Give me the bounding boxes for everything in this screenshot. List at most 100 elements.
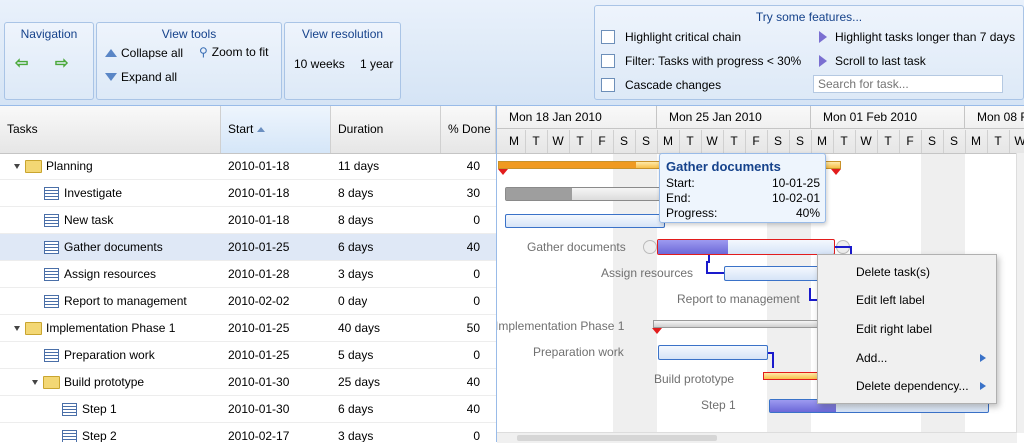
zoom-to-fit-button[interactable]: ⚲ Zoom to fit: [199, 45, 268, 59]
filter-progress-label: Filter: Tasks with progress < 30%: [625, 54, 802, 68]
table-row[interactable]: Assign resources 2010-01-28 3 days 0: [0, 261, 496, 288]
table-row[interactable]: New task 2010-01-18 8 days 0: [0, 207, 496, 234]
dependency-line[interactable]: [768, 352, 774, 368]
table-row[interactable]: Build prototype 2010-01-30 25 days 40: [0, 369, 496, 396]
task-icon: [44, 241, 59, 255]
folder-icon: [25, 322, 42, 336]
navigation-group: Navigation ⇦ ⇨: [4, 22, 94, 100]
task-duration: 8 days: [338, 213, 374, 227]
task-done: 0: [473, 348, 480, 362]
expand-arrow-icon[interactable]: [32, 380, 38, 386]
resolution-10-weeks-button[interactable]: 10 weeks: [294, 57, 345, 71]
task-name: Step 1: [82, 402, 117, 416]
play-icon: [819, 31, 827, 43]
checkbox-icon: [601, 54, 615, 68]
context-menu: Delete task(s) Edit left label Edit righ…: [817, 254, 997, 404]
highlight-critical-label: Highlight critical chain: [625, 30, 742, 44]
table-row[interactable]: Investigate 2010-01-18 8 days 30: [0, 180, 496, 207]
task-done: 50: [466, 321, 480, 335]
dependency-line[interactable]: [706, 255, 724, 274]
task-icon: [62, 403, 77, 417]
vertical-scrollbar[interactable]: [1016, 153, 1024, 433]
nav-back-icon[interactable]: ⇦: [15, 53, 28, 73]
scroll-last-button[interactable]: Scroll to last task: [819, 54, 926, 68]
search-input[interactable]: [813, 75, 1003, 93]
menu-delete-task[interactable]: Delete task(s): [818, 258, 996, 286]
play-icon: [819, 55, 827, 67]
task-done: 40: [466, 402, 480, 416]
table-row[interactable]: Implementation Phase 1 2010-01-25 40 day…: [0, 315, 496, 342]
task-start: 2010-02-17: [228, 429, 290, 442]
zoom-to-fit-label: Zoom to fit: [211, 45, 269, 59]
menu-add-label: Add...: [856, 351, 888, 365]
tooltip-title: Gather documents: [666, 159, 781, 174]
task-start: 2010-02-02: [228, 294, 290, 308]
table-row[interactable]: Planning 2010-01-18 11 days 40: [0, 153, 496, 180]
task-duration: 11 days: [338, 159, 380, 173]
table-row-selected[interactable]: Gather documents 2010-01-25 6 days 40: [0, 234, 496, 261]
task-duration: 3 days: [338, 267, 374, 281]
table-row[interactable]: Step 2 2010-02-17 3 days 0: [0, 423, 496, 442]
task-start: 2010-01-25: [228, 348, 290, 362]
cascade-changes-checkbox[interactable]: Cascade changes: [601, 78, 721, 92]
zoom-icon: ⚲: [199, 45, 208, 59]
menu-edit-left-label[interactable]: Edit left label: [818, 286, 996, 314]
task-name: Report to management: [64, 294, 187, 308]
task-icon: [44, 349, 59, 363]
task-start: 2010-01-28: [228, 267, 290, 281]
scroll-thumb[interactable]: [517, 435, 717, 441]
filter-progress-checkbox[interactable]: Filter: Tasks with progress < 30%: [601, 54, 801, 68]
scroll-last-label: Scroll to last task: [835, 54, 926, 68]
task-start: 2010-01-30: [228, 375, 290, 389]
task-done: 30: [466, 186, 480, 200]
task-start: 2010-01-18: [228, 159, 290, 173]
task-duration: 6 days: [338, 402, 374, 416]
task-start: 2010-01-30: [228, 402, 290, 416]
header-tasks[interactable]: Tasks: [0, 106, 221, 153]
navigation-title: Navigation: [20, 27, 78, 41]
nav-forward-icon[interactable]: ⇨: [55, 53, 68, 73]
header-duration[interactable]: Duration: [331, 106, 441, 153]
task-duration: 6 days: [338, 240, 374, 254]
task-duration: 25 days: [338, 375, 381, 389]
header-start[interactable]: Start: [221, 106, 331, 153]
task-grid: Tasks Start Duration % Done Planning 201…: [0, 106, 497, 442]
checkbox-icon: [601, 78, 615, 92]
task-icon: [44, 268, 59, 282]
task-done: 40: [466, 375, 480, 389]
menu-delete-dependency[interactable]: Delete dependency...: [818, 372, 996, 400]
task-name: Build prototype: [64, 375, 145, 389]
task-start: 2010-01-25: [228, 321, 290, 335]
task-icon: [62, 430, 77, 442]
expand-all-label: Expand all: [121, 70, 178, 84]
task-start: 2010-01-18: [228, 186, 290, 200]
collapse-all-button[interactable]: Collapse all: [105, 46, 183, 60]
menu-add[interactable]: Add...: [818, 344, 996, 372]
horizontal-scrollbar[interactable]: [497, 432, 1017, 443]
task-name: Investigate: [64, 186, 123, 200]
expand-all-button[interactable]: Expand all: [105, 70, 177, 84]
task-name: Assign resources: [64, 267, 157, 281]
header-done[interactable]: % Done: [441, 106, 496, 153]
highlight-longer-label: Highlight tasks longer than 7 days: [835, 30, 1016, 44]
highlight-longer-button[interactable]: Highlight tasks longer than 7 days: [819, 30, 1015, 44]
view-resolution-title: View resolution: [301, 27, 384, 41]
features-title: Try some features...: [755, 10, 863, 24]
highlight-critical-checkbox[interactable]: Highlight critical chain: [601, 30, 741, 44]
task-name: Gather documents: [64, 240, 163, 254]
table-row[interactable]: Report to management 2010-02-02 0 day 0: [0, 288, 496, 315]
table-row[interactable]: Preparation work 2010-01-25 5 days 0: [0, 342, 496, 369]
task-done: 40: [466, 240, 480, 254]
task-done: 40: [466, 159, 480, 173]
menu-edit-right-label[interactable]: Edit right label: [818, 315, 996, 343]
view-tools-group: View tools Collapse all ⚲ Zoom to fit Ex…: [96, 22, 282, 100]
table-row[interactable]: Step 1 2010-01-30 6 days 40: [0, 396, 496, 423]
sort-ascending-icon: [257, 127, 266, 133]
expand-arrow-icon[interactable]: [14, 164, 20, 170]
task-duration: 3 days: [338, 429, 374, 442]
resolution-1-year-button[interactable]: 1 year: [360, 57, 393, 71]
cascade-changes-label: Cascade changes: [625, 78, 722, 92]
expand-arrow-icon[interactable]: [14, 326, 20, 332]
menu-delete-dependency-label: Delete dependency...: [856, 379, 969, 393]
folder-icon: [43, 376, 60, 390]
